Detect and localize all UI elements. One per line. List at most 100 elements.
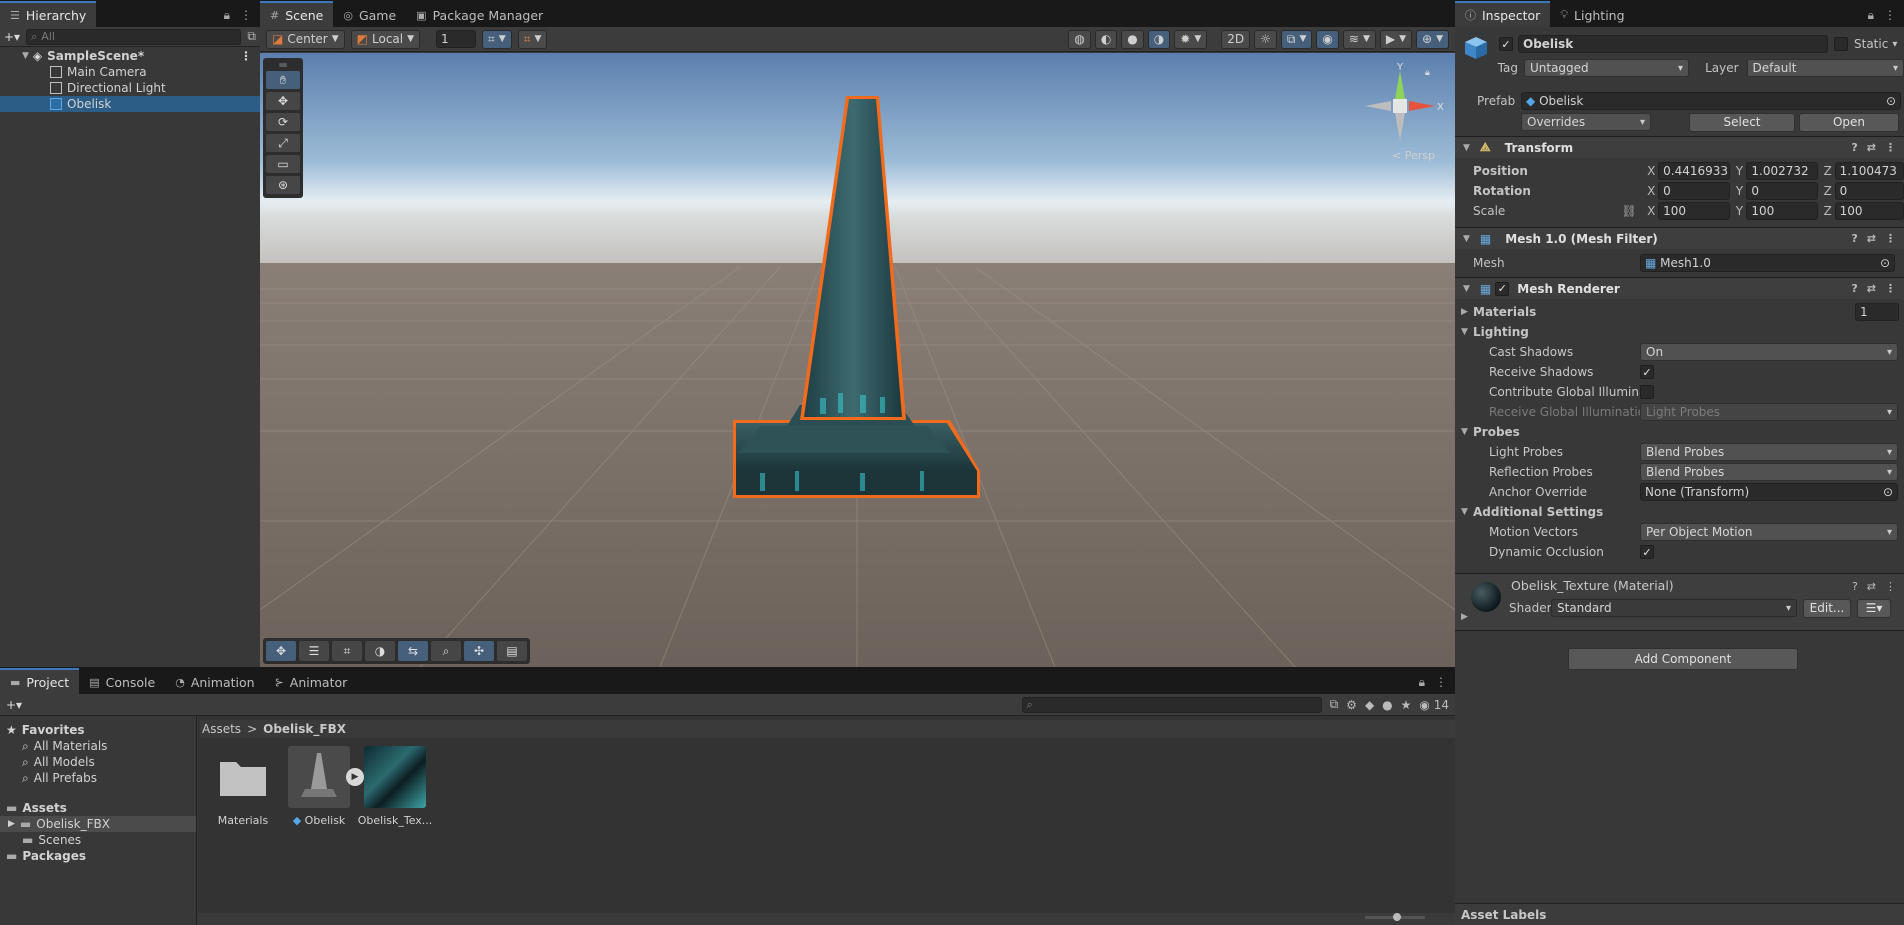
expand-arrow-icon[interactable]: ▼ [22,51,29,61]
light-probes-dropdown[interactable]: Blend Probes [1640,443,1898,461]
scene-viewport[interactable]: ═ ✋︎ ✥ ⟳ ⤢ ▭ ⊛ ✥ ☰ ⌗ ◑ ⇆ ⌕ ✣ ▤ Y X 🔒︎ < … [260,53,1455,667]
presets-icon[interactable]: ⇄ [1867,580,1876,593]
shader-dropdown[interactable]: Standard [1551,599,1797,617]
materials-row[interactable]: ▶ Materials 1 [1461,302,1904,322]
lit-button[interactable]: ◑ [1147,29,1171,49]
axis-x-label[interactable]: X [1644,164,1658,178]
tab-hierarchy[interactable]: ☰ Hierarchy [0,1,97,27]
overlay-settings-button[interactable]: ☰ [299,641,329,661]
tab-inspector[interactable]: ⓘ Inspector [1455,1,1551,27]
breadcrumb-assets[interactable]: Assets [200,722,241,736]
rotation-y-field[interactable]: 0 [1746,182,1818,200]
presets-icon[interactable]: ⇄ [1867,141,1876,154]
perspective-label[interactable]: < Persp [1392,149,1435,162]
favorites-row[interactable]: ★ Favorites [0,722,196,738]
hierarchy-search-input[interactable]: ⌕ All [26,28,242,45]
warning-icon[interactable]: ● [1382,698,1392,712]
tree-row-main-camera[interactable]: Main Camera [0,64,260,80]
lock-icon[interactable]: 🔒︎ [1419,675,1425,690]
collapse-arrow-icon[interactable]: ▼ [1463,284,1470,294]
asset-materials-folder[interactable]: Materials [208,746,278,827]
tree-row-directional-light[interactable]: Directional Light [0,80,260,96]
rotation-x-field[interactable]: 0 [1658,182,1730,200]
rotation-z-field[interactable]: 0 [1834,182,1904,200]
dynamic-occlusion-checkbox[interactable]: ✓ [1640,545,1654,559]
tab-animator[interactable]: ⊱ Animator [265,670,358,694]
mesh-field[interactable]: ▦ Mesh1.0 ⊙ [1640,254,1895,272]
move-tool-button[interactable]: ✥ [266,92,300,110]
position-x-field[interactable]: 0.4416933 [1658,162,1730,180]
tab-console[interactable]: ▤ Console [79,670,165,694]
axis-z-label[interactable]: Z [1821,164,1835,178]
tab-package-manager[interactable]: ▣ Package Manager [406,3,553,27]
assets-row[interactable]: ▬ Assets [0,800,196,816]
more-icon[interactable]: ⋮ [1885,282,1896,295]
material-preview-icon[interactable] [1471,582,1501,612]
mesh-renderer-header[interactable]: ▼ ▦ ✓ Mesh Renderer ? ⇄ ⋮ [1455,277,1904,299]
rotate-tool-button[interactable]: ⟳ [266,113,300,131]
create-icon[interactable]: +▾ [6,698,22,712]
lock-icon[interactable]: 🔒︎ [1868,8,1874,23]
more-icon[interactable]: ⋮ [1435,675,1447,689]
visibility-toggle-button[interactable]: ◉ [1316,29,1339,49]
rect-tool-button[interactable]: ▭ [266,155,300,173]
tree-row-obelisk[interactable]: Obelisk [0,96,260,112]
tab-game[interactable]: ◎ Game [333,3,406,27]
shader-edit-button[interactable]: Edit... [1803,598,1851,618]
axis-x-label[interactable]: X [1644,184,1658,198]
contribute-gi-checkbox[interactable] [1640,385,1654,399]
shader-options-button[interactable]: ☰▾ [1857,598,1891,618]
tab-scene[interactable]: # Scene [260,1,334,27]
axis-y-label[interactable]: Y [1733,184,1747,198]
layers-dropdown[interactable]: ≋ ▼ [1342,29,1376,49]
axis-y-label[interactable]: Y [1733,164,1747,178]
2d-toggle-button[interactable]: 2D [1221,29,1251,49]
wireframe-button[interactable]: ◐ [1094,29,1118,49]
object-picker-icon[interactable]: ⊙ [1883,485,1893,499]
lock-icon[interactable]: 🔒︎ [224,8,230,23]
prefab-field[interactable]: ◆ Obelisk ⊙ [1521,92,1901,110]
add-icon[interactable]: +▾ [4,30,20,44]
tab-project[interactable]: ▬ Project [0,668,80,694]
collapse-arrow-icon[interactable]: ▼ [1463,143,1470,153]
additional-settings-foldout[interactable]: ▼ Additional Settings [1461,502,1904,522]
scale-tool-button[interactable]: ⤢ [266,134,300,152]
lighting-toggle-button[interactable]: ☼ [1254,29,1277,49]
receive-shadows-checkbox[interactable]: ✓ [1640,365,1654,379]
overlay-shading-button[interactable]: ◑ [365,641,395,661]
folder-scenes[interactable]: ▬ Scenes [0,832,196,848]
anchor-override-field[interactable]: None (Transform) ⊙ [1640,483,1898,501]
object-picker-icon[interactable]: ⊙ [1880,256,1890,270]
help-icon[interactable]: ? [1851,141,1857,154]
asset-obelisk-model[interactable]: ▶ ◆ Obelisk [284,746,364,827]
scene-render[interactable] [260,53,1455,667]
probes-foldout[interactable]: ▼ Probes [1461,422,1904,442]
overlay-move-button[interactable]: ✥ [266,641,296,661]
reflection-probes-dropdown[interactable]: Blend Probes [1640,463,1898,481]
zoom-slider-handle[interactable] [1393,913,1401,921]
axis-x-label[interactable]: X [1644,204,1658,218]
collapse-arrow-icon[interactable]: ▼ [1461,507,1473,517]
overlay-navigation-button[interactable]: ⇆ [398,641,428,661]
draw-mode-button[interactable]: ◍ [1068,29,1091,49]
tab-lighting[interactable]: 💡︎ Lighting [1550,3,1634,27]
lighting-foldout[interactable]: ▼ Lighting [1461,322,1904,342]
add-component-button[interactable]: Add Component [1568,648,1798,670]
cast-shadows-dropdown[interactable]: On [1640,343,1898,361]
collapse-arrow-icon[interactable]: ▼ [1461,427,1473,437]
position-y-field[interactable]: 1.002732 [1746,162,1818,180]
more-icon[interactable]: ⋮ [1884,8,1896,22]
more-icon[interactable]: ⋮ [1885,232,1896,245]
grid-snap-button[interactable]: ⌗ ▼ [482,29,512,49]
position-z-field[interactable]: 1.100473 [1834,162,1904,180]
asset-obelisk-texture[interactable]: Obelisk_Tex... [358,746,432,827]
layer-dropdown[interactable]: Default [1746,59,1904,77]
favorite-all-materials[interactable]: ⌕ All Materials [0,738,196,754]
orientation-gizmo[interactable]: Y X 🔒︎ [1355,61,1445,161]
scale-z-field[interactable]: 100 [1834,202,1904,220]
active-checkbox[interactable]: ✓ [1499,37,1513,51]
filter-type-icon[interactable]: ⚙ [1346,698,1357,712]
static-checkbox[interactable] [1834,37,1848,51]
overlay-grid-button[interactable]: ⌗ [332,641,362,661]
star-icon[interactable]: ★ [1401,698,1412,712]
